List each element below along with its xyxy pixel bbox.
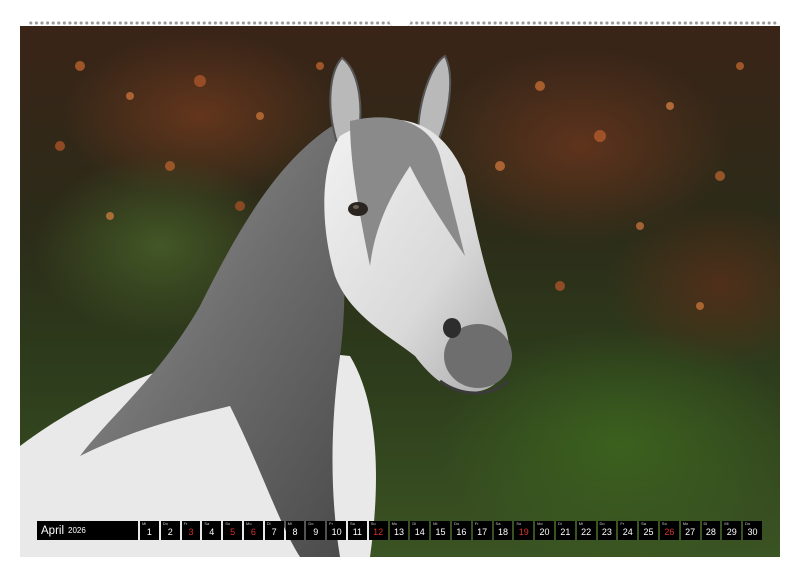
- calendar-day-13: Mo 13: [389, 521, 409, 540]
- calendar-day-20: Mo 20: [535, 521, 554, 540]
- calendar-day-9: Do 9: [306, 521, 326, 540]
- weekday-label: Do: [453, 521, 460, 526]
- calendar-day-27: Mo 27: [680, 521, 700, 540]
- weekday-label: Fr: [183, 521, 188, 526]
- calendar-day-15: Mi 15: [431, 521, 450, 540]
- calendar-day-1: Mi 1: [140, 521, 159, 540]
- calendar-day-28: Di 28: [701, 521, 721, 540]
- weekday-label: Mi: [287, 521, 292, 526]
- weekday-label: Di: [266, 521, 271, 526]
- day-number: 8: [292, 527, 298, 537]
- calendar-day-3: Fr 3: [181, 521, 201, 540]
- month-label-box: April 2026: [37, 521, 138, 540]
- day-number: 4: [209, 527, 215, 537]
- calendar-day-26: So 26: [659, 521, 679, 540]
- day-number: 9: [313, 527, 319, 537]
- day-number: 15: [435, 527, 446, 537]
- weekday-label: Mo: [537, 521, 543, 526]
- calendar-day-29: Mi 29: [722, 521, 742, 540]
- day-number: 12: [373, 527, 384, 537]
- calendar-day-12: So 12: [368, 521, 388, 540]
- weekday-label: Di: [557, 521, 562, 526]
- weekday-label: Mo: [245, 521, 252, 526]
- day-number: 1: [146, 527, 152, 537]
- day-number: 11: [352, 527, 363, 537]
- calendar-day-6: Mo 6: [243, 521, 263, 540]
- day-number: 25: [643, 527, 654, 537]
- weekday-label: Mo: [391, 521, 398, 526]
- weekday-label: Fr: [474, 521, 479, 526]
- day-number: 19: [518, 527, 529, 537]
- weekday-label: Di: [412, 521, 417, 526]
- day-number: 27: [685, 527, 696, 537]
- calendar-day-16: Do 16: [451, 521, 471, 540]
- weekday-label: Sa: [349, 521, 355, 526]
- day-number: 24: [622, 527, 633, 537]
- day-number: 2: [167, 527, 173, 537]
- weekday-label: Di: [703, 521, 708, 526]
- calendar-day-2: Do 2: [160, 521, 180, 540]
- calendar-day-19: So 19: [514, 521, 534, 540]
- calendar-day-23: Do 23: [597, 521, 617, 540]
- weekday-label: Sa: [495, 521, 501, 526]
- weekday-label: Fr: [620, 521, 625, 526]
- day-number: 18: [497, 527, 508, 537]
- horse-photo: [20, 26, 780, 557]
- weekday-label: So: [370, 521, 376, 526]
- weekday-label: Sa: [204, 521, 210, 526]
- day-number: 16: [456, 527, 467, 537]
- day-number: 20: [539, 527, 550, 537]
- weekday-label: Do: [162, 521, 168, 526]
- month-name: April: [41, 524, 65, 537]
- day-number: 26: [664, 527, 675, 537]
- day-number: 22: [581, 527, 592, 537]
- calendar-day-10: Fr 10: [327, 521, 346, 540]
- calendar-day-14: Di 14: [410, 521, 430, 540]
- day-number: 6: [250, 527, 256, 537]
- weekday-label: Do: [308, 521, 314, 526]
- weekday-label: Do: [599, 521, 605, 526]
- calendar-day-21: Di 21: [555, 521, 575, 540]
- day-number: 5: [230, 527, 236, 537]
- weekday-label: Mi: [578, 521, 583, 526]
- day-number: 29: [726, 527, 737, 537]
- day-number: 14: [414, 527, 425, 537]
- weekday-label: So: [661, 521, 667, 526]
- weekday-label: So: [225, 521, 231, 526]
- day-number: 13: [393, 527, 404, 537]
- weekday-label: Mi: [724, 521, 729, 526]
- calendar-strip: April 2026 Mi 1 Do 2 Fr 3 Sa 4 So 5 Mo 6 Di 7 Mi 8 Do 9 Fr…: [37, 521, 762, 540]
- weekday-label: Do: [745, 521, 751, 526]
- weekday-label: Mo: [682, 521, 689, 526]
- weekday-label: Mi: [142, 521, 147, 526]
- day-number: 28: [705, 527, 716, 537]
- calendar-day-24: Fr 24: [618, 521, 638, 540]
- day-number: 17: [477, 527, 488, 537]
- weekday-label: Sa: [641, 521, 647, 526]
- weekday-label: Fr: [329, 521, 333, 526]
- day-number: 30: [747, 527, 758, 537]
- calendar-day-7: Di 7: [264, 521, 284, 540]
- year-label: 2026: [68, 526, 86, 535]
- day-number: 21: [560, 527, 571, 537]
- calendar-day-8: Mi 8: [285, 521, 305, 540]
- weekday-label: Mi: [433, 521, 438, 526]
- day-number: 10: [331, 527, 342, 537]
- calendar-day-18: Sa 18: [493, 521, 513, 540]
- weekday-label: So: [516, 521, 522, 526]
- horse-illustration: [20, 54, 744, 557]
- day-number: 7: [271, 527, 277, 537]
- calendar-day-5: So 5: [223, 521, 242, 540]
- calendar-day-17: Fr 17: [472, 521, 492, 540]
- calendar-day-22: Mi 22: [576, 521, 596, 540]
- calendar-day-25: Sa 25: [639, 521, 658, 540]
- calendar-day-4: Sa 4: [202, 521, 222, 540]
- day-number: 3: [188, 527, 194, 537]
- calendar-day-30: Do 30: [743, 521, 762, 540]
- calendar-day-11: Sa 11: [347, 521, 367, 540]
- day-number: 23: [601, 527, 612, 537]
